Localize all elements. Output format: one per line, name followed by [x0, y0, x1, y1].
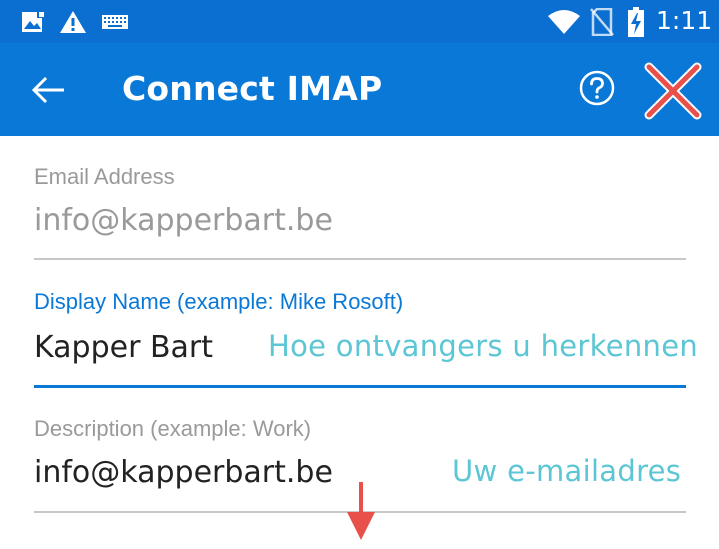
display-name-field-value: Kapper Bart — [34, 330, 214, 365]
help-button[interactable] — [578, 69, 616, 107]
display-name-field-underline — [34, 385, 686, 388]
status-bar: 1:11 — [0, 0, 719, 43]
no-sim-icon — [588, 0, 616, 43]
page-title: Connect IMAP — [122, 69, 383, 108]
image-notification-icon — [18, 0, 48, 43]
back-arrow-icon — [31, 76, 64, 104]
battery-charging-icon — [624, 0, 648, 43]
keyboard-icon — [100, 0, 130, 43]
description-field-label: Description (example: Work) — [34, 416, 312, 441]
close-cross-annotation-icon[interactable] — [643, 61, 703, 121]
display-name-hint: Hoe ontvangers u herkennen — [268, 329, 699, 363]
status-time: 1:11 — [656, 6, 713, 35]
email-field-label: Email Address — [34, 164, 175, 189]
scroll-down-arrow-icon — [344, 480, 378, 542]
app-bar: Connect IMAP — [0, 43, 719, 136]
warning-icon — [58, 0, 88, 43]
email-field-underline — [34, 258, 686, 260]
connect-imap-screen: 1:11 Connect IMAP Email Address info@kap… — [0, 0, 719, 549]
help-icon — [579, 70, 615, 106]
description-hint: Uw e-mailadres — [452, 454, 682, 488]
display-name-field-label: Display Name (example: Mike Rosoft) — [34, 289, 404, 314]
back-button[interactable] — [22, 68, 72, 112]
description-field-value: info@kapperbart.be — [34, 455, 333, 490]
email-field[interactable]: Email Address info@kapperbart.be — [34, 162, 686, 262]
email-field-value: info@kapperbart.be — [34, 203, 333, 238]
wifi-icon — [546, 0, 582, 43]
